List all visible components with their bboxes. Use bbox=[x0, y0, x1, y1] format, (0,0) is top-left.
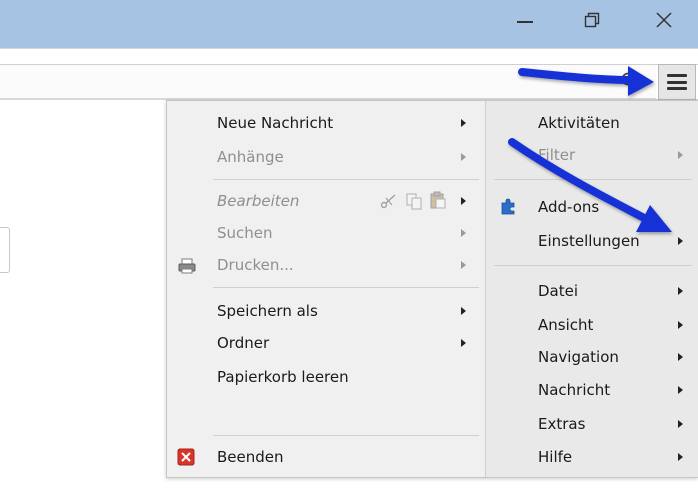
restore-icon bbox=[584, 12, 600, 28]
window-titlebar bbox=[0, 0, 698, 48]
close-icon bbox=[656, 12, 672, 28]
menu-item-label: Nachricht bbox=[538, 381, 611, 399]
menu-item-filter[interactable]: Filter bbox=[538, 141, 575, 169]
menu-item-papierkorb-leeren[interactable]: Papierkorb leeren bbox=[217, 363, 349, 391]
menu-item-label: Filter bbox=[538, 146, 576, 164]
copy-icon bbox=[406, 193, 422, 210]
menu-item-ordner[interactable]: Ordner bbox=[217, 329, 269, 357]
menu-item-label: Hilfe bbox=[538, 448, 573, 466]
submenu-arrow-icon bbox=[678, 321, 683, 329]
menu-item-label: Anhänge bbox=[217, 148, 284, 166]
paste-icon bbox=[430, 191, 446, 209]
app-menu-right-column: Aktivitäten Filter Add-ons Einstellungen… bbox=[485, 101, 698, 477]
submenu-arrow-icon bbox=[461, 119, 466, 127]
app-menu: Neue Nachricht Anhänge Bearbeiten Suchen… bbox=[166, 100, 698, 478]
menu-item-extras[interactable]: Extras bbox=[538, 410, 585, 438]
content-input-box[interactable] bbox=[0, 227, 10, 273]
exit-icon bbox=[177, 448, 195, 466]
menu-item-drucken[interactable]: Drucken... bbox=[217, 251, 294, 279]
menu-item-beenden[interactable]: Beenden bbox=[217, 443, 284, 471]
submenu-arrow-icon bbox=[678, 287, 683, 295]
cut-icon bbox=[380, 194, 396, 209]
menu-item-suchen[interactable]: Suchen bbox=[217, 219, 273, 247]
menu-item-ansicht[interactable]: Ansicht bbox=[538, 311, 593, 339]
toolbar bbox=[0, 48, 698, 100]
menu-separator bbox=[494, 265, 692, 266]
menu-separator bbox=[494, 179, 692, 180]
minimize-icon bbox=[517, 21, 533, 23]
menu-item-label: Extras bbox=[538, 415, 586, 433]
menu-item-nachricht[interactable]: Nachricht bbox=[538, 376, 610, 404]
menu-item-navigation[interactable]: Navigation bbox=[538, 343, 619, 371]
submenu-arrow-icon bbox=[678, 237, 683, 245]
hamburger-menu-icon bbox=[667, 74, 687, 90]
submenu-arrow-icon bbox=[678, 386, 683, 394]
menu-item-label: Speichern als bbox=[217, 302, 318, 320]
submenu-arrow-icon bbox=[461, 229, 466, 237]
search-button[interactable] bbox=[620, 71, 640, 91]
menu-item-bearbeiten[interactable]: Bearbeiten bbox=[217, 187, 299, 215]
menu-item-label: Suchen bbox=[217, 224, 273, 242]
menu-item-add-ons[interactable]: Add-ons bbox=[538, 193, 599, 221]
app-menu-button[interactable] bbox=[658, 64, 696, 100]
menu-separator bbox=[213, 435, 479, 436]
menu-separator bbox=[213, 287, 479, 288]
menu-item-anhaenge[interactable]: Anhänge bbox=[217, 143, 284, 171]
submenu-arrow-icon bbox=[678, 353, 683, 361]
menu-item-hilfe[interactable]: Hilfe bbox=[538, 443, 572, 471]
menu-item-label: Datei bbox=[538, 282, 579, 300]
menu-item-label: Papierkorb leeren bbox=[217, 368, 349, 386]
search-icon bbox=[621, 72, 638, 89]
menu-item-label: Neue Nachricht bbox=[217, 114, 334, 132]
menu-item-label: Bearbeiten bbox=[217, 192, 300, 210]
submenu-arrow-icon bbox=[461, 153, 466, 161]
menu-item-aktivitaeten[interactable]: Aktivitäten bbox=[538, 109, 620, 137]
minimize-button[interactable] bbox=[495, 0, 555, 40]
submenu-arrow-icon bbox=[461, 339, 466, 347]
submenu-arrow-icon bbox=[678, 151, 683, 159]
puzzle-icon bbox=[501, 198, 515, 215]
submenu-arrow-icon bbox=[461, 261, 466, 269]
menu-item-label: Einstellungen bbox=[538, 232, 640, 250]
submenu-arrow-icon bbox=[678, 453, 683, 461]
menu-item-label: Beenden bbox=[217, 448, 284, 466]
restore-button[interactable] bbox=[562, 0, 622, 40]
submenu-arrow-icon bbox=[461, 197, 466, 205]
menu-item-speichern-als[interactable]: Speichern als bbox=[217, 297, 318, 325]
submenu-arrow-icon bbox=[461, 307, 466, 315]
submenu-arrow-icon bbox=[678, 420, 683, 428]
close-button[interactable] bbox=[634, 0, 694, 40]
app-menu-left-column: Neue Nachricht Anhänge Bearbeiten Suchen… bbox=[167, 101, 485, 477]
menu-item-label: Aktivitäten bbox=[538, 114, 620, 132]
menu-separator bbox=[213, 179, 479, 180]
printer-icon bbox=[178, 258, 196, 274]
menu-item-label: Drucken... bbox=[217, 256, 294, 274]
menu-item-label: Ordner bbox=[217, 334, 270, 352]
search-field[interactable] bbox=[0, 65, 656, 99]
menu-item-label: Navigation bbox=[538, 348, 619, 366]
menu-item-label: Add-ons bbox=[538, 198, 600, 216]
menu-item-neue-nachricht[interactable]: Neue Nachricht bbox=[217, 109, 333, 137]
menu-item-datei[interactable]: Datei bbox=[538, 277, 578, 305]
menu-item-label: Ansicht bbox=[538, 316, 594, 334]
menu-item-einstellungen[interactable]: Einstellungen bbox=[538, 227, 640, 255]
